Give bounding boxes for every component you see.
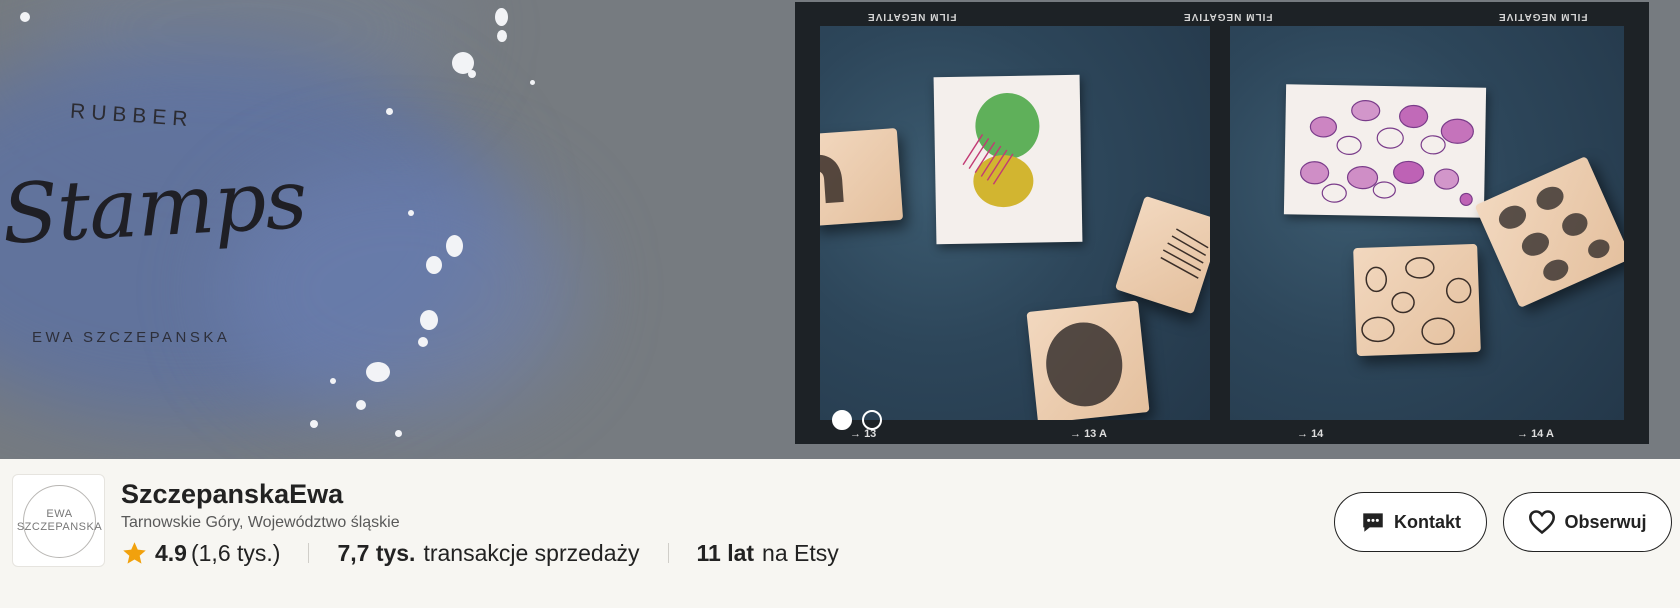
avatar-text-line1: EWA — [46, 508, 73, 520]
shop-name[interactable]: SzczepanskaEwa — [121, 479, 343, 510]
divider — [667, 543, 669, 563]
shop-header: EWA SZCZEPANSKA SzczepanskaEwa Tarnowski… — [0, 459, 1680, 608]
photo-frame-right — [1230, 26, 1624, 420]
heart-icon — [1529, 510, 1556, 535]
film-frame-number: → 13 A — [1070, 428, 1107, 440]
years-label: na Etsy — [762, 539, 839, 566]
rating-value[interactable]: 4.9 — [155, 540, 187, 567]
shop-avatar[interactable]: EWA SZCZEPANSKA — [12, 474, 105, 567]
shop-banner: RUBBER Stamps EWA SZCZEPANSKA FILM NEGAT… — [0, 0, 1680, 459]
slide-dot-2[interactable] — [862, 410, 882, 430]
film-top-label: FILM NEGATIVE — [867, 11, 957, 22]
film-frame-number: → 14 — [1297, 428, 1324, 440]
star-icon — [123, 541, 146, 564]
shop-stats: 4.9 (1,6 tys.) 7,7 tys. transakcje sprze… — [121, 537, 839, 569]
divider — [308, 543, 310, 563]
photo-frame-left — [820, 26, 1210, 420]
follow-button[interactable]: Obserwuj — [1503, 492, 1672, 552]
brand-owner-text: EWA SZCZEPANSKA — [32, 329, 231, 346]
film-frame-number: → 14 A — [1517, 428, 1554, 440]
sales-count: 7,7 tys. — [337, 539, 416, 566]
sales-label: transakcje sprzedaży — [423, 539, 640, 566]
slide-dot-1[interactable] — [832, 410, 852, 430]
contact-button[interactable]: Kontakt — [1334, 492, 1487, 552]
film-top-label: FILM NEGATIVE — [1183, 11, 1273, 22]
avatar-text-line2: SZCZEPANSKA — [16, 521, 103, 533]
follow-label: Obserwuj — [1564, 511, 1647, 532]
message-icon — [1363, 513, 1383, 532]
brand-stamps-text: Stamps — [0, 152, 309, 263]
review-count[interactable]: (1,6 tys.) — [191, 540, 280, 567]
banner-photo: FILM NEGATIVE FILM NEGATIVE FILM NEGATIV… — [795, 2, 1649, 444]
shop-location: Tarnowskie Góry, Województwo śląskie — [121, 514, 400, 531]
film-top-label: FILM NEGATIVE — [1498, 11, 1588, 22]
years-count: 11 lat — [696, 539, 755, 566]
contact-label: Kontakt — [1394, 511, 1461, 532]
